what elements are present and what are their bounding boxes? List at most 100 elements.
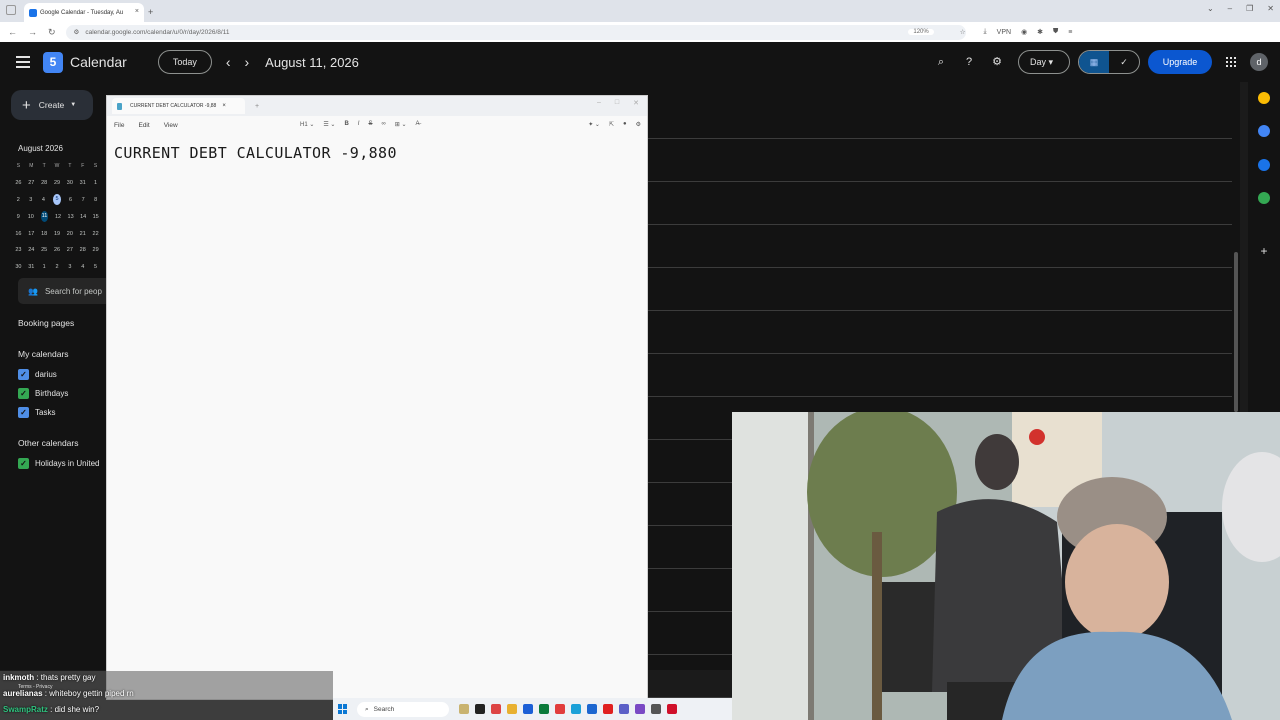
create-button[interactable]: + Create ▼ (11, 90, 93, 120)
mini-calendar-day[interactable]: 28 (76, 247, 89, 253)
maximize-window-icon[interactable]: ❐ (1246, 4, 1253, 13)
avatar[interactable]: d (1250, 53, 1268, 71)
clear-format-icon[interactable]: A̶ (416, 121, 420, 128)
new-tab-icon[interactable]: + (255, 103, 259, 110)
mini-calendar-day[interactable]: 3 (25, 197, 38, 203)
mini-calendar-day[interactable]: 20 (63, 231, 76, 237)
mini-calendar-day[interactable]: 2 (51, 264, 64, 270)
other-calendars-title[interactable]: Other calendars (18, 438, 78, 448)
teams-icon[interactable] (619, 704, 629, 714)
menu-edit[interactable]: Edit (138, 122, 149, 129)
tasks-view-icon[interactable]: ✓ (1109, 51, 1139, 73)
chat-username[interactable]: inkmoth (3, 673, 34, 682)
new-tab-icon[interactable]: + (148, 3, 153, 22)
main-menu-icon[interactable] (16, 56, 30, 68)
mini-calendar-day[interactable]: 14 (77, 214, 90, 220)
mini-calendar-day[interactable]: 10 (25, 214, 38, 220)
mini-calendar-day[interactable]: 1 (38, 264, 51, 270)
my-calendars-title[interactable]: My calendars (18, 349, 69, 359)
heading-style-dropdown[interactable]: H1 ⌄ (300, 121, 314, 128)
site-info-icon[interactable]: ⚙ (74, 28, 80, 36)
search-people-input[interactable]: 👥 Search for peop (18, 278, 108, 304)
record-icon[interactable] (667, 704, 677, 714)
mini-calendar-day[interactable]: 11 (40, 211, 49, 223)
mini-calendar-day[interactable]: 31 (76, 180, 89, 186)
add-addon-icon[interactable]: + (1258, 245, 1270, 257)
app-icon[interactable] (651, 704, 661, 714)
close-tab-icon[interactable]: × (135, 8, 139, 15)
mini-calendar-day[interactable]: 15 (89, 214, 102, 220)
today-button[interactable]: Today (157, 50, 212, 74)
apps-grid-icon[interactable] (1226, 57, 1236, 67)
vpn-badge[interactable]: VPN (997, 29, 1011, 36)
strikethrough-icon[interactable]: S (368, 121, 372, 128)
outlook-icon[interactable] (587, 704, 597, 714)
mini-calendar-day[interactable]: 30 (12, 264, 25, 270)
opera-icon[interactable] (555, 704, 565, 714)
mini-calendar-day[interactable]: 31 (25, 264, 38, 270)
mini-calendar-day[interactable]: 16 (12, 231, 25, 237)
extension-icon[interactable]: ✱ (1037, 28, 1043, 36)
list-icon[interactable]: ☰ ⌄ (323, 121, 335, 128)
mini-calendar-day[interactable]: 13 (64, 214, 77, 220)
notepad-tab[interactable]: CURRENT DEBT CALCULATOR -9,88 × (112, 98, 245, 114)
checkbox-icon[interactable]: ✓ (18, 458, 29, 469)
calendar-list-item[interactable]: ✓ darius (18, 369, 57, 380)
store-icon[interactable] (539, 704, 549, 714)
calendar-list-item[interactable]: ✓ Birthdays (18, 388, 68, 399)
shield-icon[interactable]: ⛊ (1053, 28, 1058, 36)
mini-calendar-day[interactable]: 23 (12, 247, 25, 253)
bold-icon[interactable]: B (344, 121, 348, 128)
gear-icon[interactable]: ⚙ (636, 121, 641, 128)
mini-calendar-day[interactable]: 5 (89, 264, 102, 270)
close-tab-icon[interactable]: × (222, 103, 226, 109)
copilot-icon[interactable]: ✦ ⌄ (588, 121, 600, 128)
mini-calendar-day[interactable]: 22 (89, 231, 102, 237)
mini-calendar-day[interactable]: 28 (38, 180, 51, 186)
mini-calendar-day[interactable]: 29 (89, 247, 102, 253)
calendar-list-item[interactable]: ✓ Holidays in United (18, 458, 99, 469)
reload-icon[interactable]: ↻ (48, 27, 56, 38)
keep-icon[interactable] (1258, 92, 1270, 104)
mini-calendar-day[interactable]: 26 (51, 247, 64, 253)
mini-calendar-day[interactable]: 25 (38, 247, 51, 253)
maximize-window-icon[interactable]: □ (615, 99, 619, 107)
forward-icon[interactable]: → (28, 27, 37, 38)
table-icon[interactable]: ⊞ ⌄ (395, 121, 407, 128)
italic-icon[interactable]: I (358, 121, 360, 128)
mini-calendar-day[interactable]: 27 (25, 180, 38, 186)
browser-tab[interactable]: Google Calendar - Tuesday, Au × (24, 3, 144, 22)
gear-icon[interactable]: ⚙ (990, 55, 1004, 69)
share-icon[interactable]: ⇱ (609, 121, 614, 128)
file-explorer-icon[interactable] (507, 704, 517, 714)
menu-file[interactable]: File (114, 122, 124, 129)
minimize-window-icon[interactable]: – (597, 99, 601, 107)
back-icon[interactable]: ← (8, 27, 17, 38)
bookmark-star-icon[interactable]: ☆ (960, 28, 966, 36)
mini-calendar-day[interactable]: 18 (38, 231, 51, 237)
task-view-icon[interactable] (475, 704, 485, 714)
mini-calendar-day[interactable]: 4 (76, 264, 89, 270)
mini-calendar-day[interactable]: 29 (51, 180, 64, 186)
mini-calendar-day[interactable]: 8 (89, 197, 102, 203)
edge-icon[interactable] (571, 704, 581, 714)
mini-calendar-day[interactable]: 4 (37, 197, 50, 203)
contacts-icon[interactable] (1258, 159, 1270, 171)
checkbox-icon[interactable]: ✓ (18, 388, 29, 399)
zoom-level[interactable]: 120% (908, 29, 934, 35)
minimize-window-icon[interactable]: – (1228, 4, 1232, 13)
chevron-right-icon[interactable]: › (245, 54, 250, 70)
tasks-icon[interactable] (1258, 125, 1270, 137)
upgrade-button[interactable]: Upgrade (1148, 50, 1212, 74)
close-window-icon[interactable]: ✕ (1267, 4, 1274, 13)
search-icon[interactable]: ⌕ (934, 55, 948, 69)
menu-view[interactable]: View (164, 122, 178, 129)
browser-menu-icon[interactable]: ≡ (1068, 29, 1072, 36)
calendar-view-icon[interactable]: ▦ (1079, 51, 1109, 73)
mini-calendar-day[interactable]: 9 (12, 214, 25, 220)
taskbar-search[interactable]: ⌕ Search (357, 701, 449, 717)
mini-calendar-day[interactable]: 3 (63, 264, 76, 270)
mini-calendar-day[interactable]: 19 (51, 231, 64, 237)
help-icon[interactable]: ? (962, 55, 976, 69)
mini-calendar-day[interactable]: 30 (63, 180, 76, 186)
